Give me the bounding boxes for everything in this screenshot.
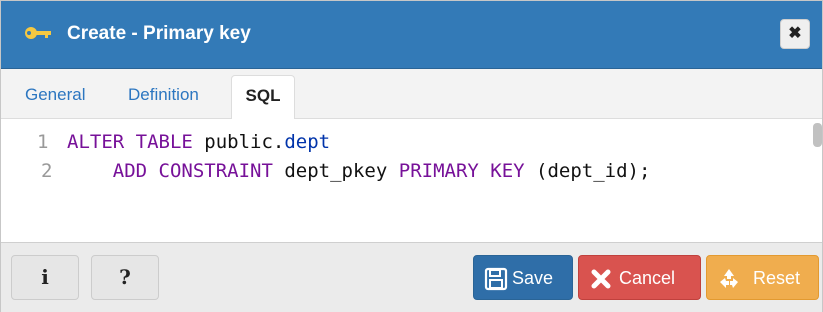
vertical-scrollbar[interactable] xyxy=(813,123,822,147)
cancel-icon xyxy=(591,269,611,289)
sql-identifier: dept xyxy=(284,131,331,153)
sql-keyword: ALTER TABLE xyxy=(67,131,193,153)
sql-indent xyxy=(67,160,113,182)
save-label: Save xyxy=(512,268,554,288)
save-icon xyxy=(484,267,508,291)
sql-keyword: ADD CONSTRAINT xyxy=(112,160,273,182)
tab-definition[interactable]: Definition xyxy=(128,85,199,105)
reset-label: Reset xyxy=(753,268,801,288)
cancel-button[interactable]: Cancel xyxy=(578,255,701,300)
dialog-footer: i ? Save Cancel Reset xyxy=(1,242,822,312)
info-icon: i xyxy=(41,265,49,289)
key-icon xyxy=(25,27,51,39)
close-button[interactable]: ✖ xyxy=(780,19,810,49)
cancel-label: Cancel xyxy=(619,268,676,288)
sql-text: dept_pkey xyxy=(272,160,399,182)
create-primary-key-dialog: Create - Primary key ✖ General Definitio… xyxy=(0,0,823,312)
line-number-gutter: 1 2 xyxy=(1,119,63,242)
sql-text: public. xyxy=(192,131,285,153)
line-number: 1 xyxy=(37,131,49,153)
code-line: ALTER TABLE public.dept xyxy=(67,131,330,153)
recycle-icon xyxy=(720,269,738,288)
line-number: 2 xyxy=(41,160,53,182)
close-icon: ✖ xyxy=(788,25,802,42)
tab-strip: General Definition SQL xyxy=(1,69,822,120)
help-button[interactable]: ? xyxy=(91,255,159,300)
tab-sql[interactable]: SQL xyxy=(231,75,295,120)
info-button[interactable]: i xyxy=(11,255,79,300)
save-button[interactable]: Save xyxy=(473,255,573,300)
reset-button[interactable]: Reset xyxy=(706,255,819,300)
dialog-title: Create - Primary key xyxy=(67,23,251,44)
sql-text: (dept_id); xyxy=(524,160,651,182)
sql-keyword: PRIMARY KEY xyxy=(398,160,525,182)
sql-editor[interactable]: 1 2 ALTER TABLE public.dept ADD CONSTRAI… xyxy=(1,119,822,242)
dialog-titlebar[interactable]: Create - Primary key ✖ xyxy=(1,1,822,69)
help-icon: ? xyxy=(119,265,131,289)
code-line: ADD CONSTRAINT dept_pkey PRIMARY KEY (de… xyxy=(67,160,651,182)
tab-general[interactable]: General xyxy=(25,85,85,105)
